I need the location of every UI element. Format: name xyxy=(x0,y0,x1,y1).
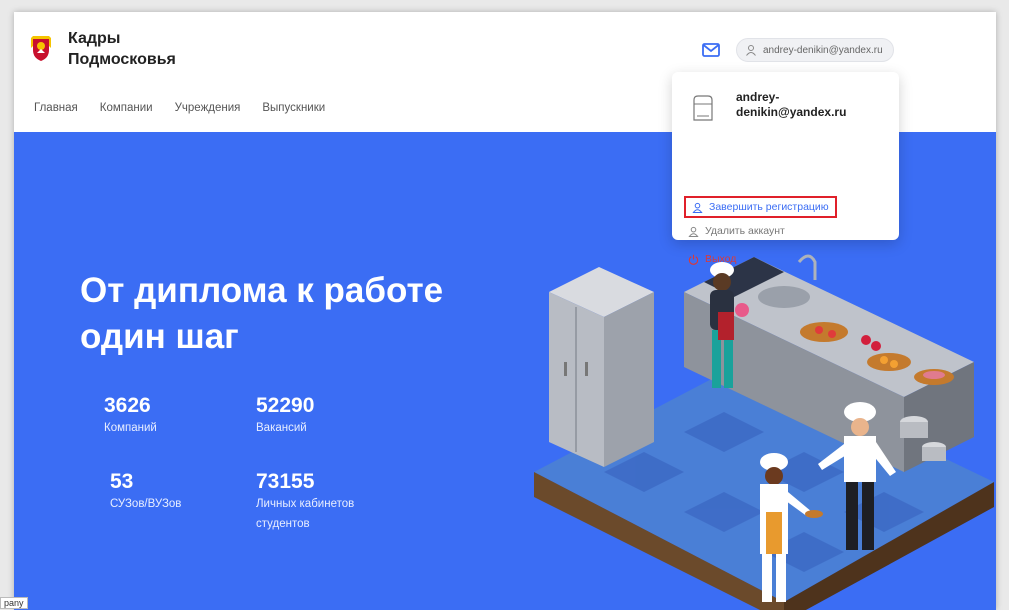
user-icon xyxy=(746,45,756,56)
user-add-icon xyxy=(692,202,703,213)
status-tooltip: pany xyxy=(0,597,28,609)
stat-vacancies: 52290 Вакансий xyxy=(256,394,314,438)
stat-value: 3626 xyxy=(104,394,151,417)
coat-of-arms-logo[interactable] xyxy=(30,32,52,62)
nav-companies[interactable]: Компании xyxy=(100,102,153,114)
power-icon xyxy=(688,254,699,265)
logout-label: Выход xyxy=(705,253,737,265)
delete-account-menu-item[interactable]: Удалить аккаунт xyxy=(688,225,785,237)
stat-value: 53 xyxy=(110,470,134,493)
delete-account-label: Удалить аккаунт xyxy=(705,225,785,237)
document-avatar-icon xyxy=(693,95,713,121)
brand-line-1: Кадры xyxy=(68,30,121,47)
stat-label: Вакансий xyxy=(256,422,307,434)
stat-value: 52290 xyxy=(256,394,315,417)
dropdown-email-line-1: andrey- xyxy=(736,90,780,104)
mail-icon[interactable] xyxy=(702,43,720,57)
stat-label: Компаний xyxy=(104,422,157,434)
hero-title-line-1: От диплома к работе xyxy=(80,271,444,310)
stat-label: Личных кабинетов студентов xyxy=(256,498,355,530)
stat-institutions: 53 СУЗов/ВУЗов xyxy=(110,470,181,514)
main-nav: Главная Компании Учреждения Выпускники xyxy=(34,102,325,114)
dropdown-email-line-2: denikin@yandex.ru xyxy=(736,105,847,119)
hero-title-line-2: один шаг xyxy=(80,317,239,356)
nav-graduates[interactable]: Выпускники xyxy=(262,102,325,114)
stat-companies: 3626 Компаний xyxy=(104,394,157,438)
nav-home[interactable]: Главная xyxy=(34,102,78,114)
user-email: andrey-denikin@yandex.ru xyxy=(763,44,883,56)
stat-value: 73155 xyxy=(256,470,315,493)
dropdown-user-email: andrey- denikin@yandex.ru xyxy=(736,90,886,120)
user-remove-icon xyxy=(688,226,699,237)
page: Кадры Подмосковья Главная Компании Учреж… xyxy=(14,12,996,610)
kitchen-illustration xyxy=(534,254,994,610)
brand-line-2: Подмосковья xyxy=(68,51,176,68)
hero-title: От диплома к работе один шаг xyxy=(80,268,500,360)
logout-menu-item[interactable]: Выход xyxy=(688,253,736,265)
brand-title[interactable]: Кадры Подмосковья xyxy=(68,28,176,70)
nav-institutions[interactable]: Учреждения xyxy=(175,102,241,114)
complete-registration-label: Завершить регистрацию xyxy=(709,201,829,213)
user-dropdown-menu: andrey- denikin@yandex.ru Завершить реги… xyxy=(672,72,899,265)
user-menu-button[interactable]: andrey-denikin@yandex.ru xyxy=(736,38,894,62)
stat-student-accounts: 73155 Личных кабинетов студентов xyxy=(256,470,376,534)
complete-registration-menu-item[interactable]: Завершить регистрацию xyxy=(684,196,837,218)
stat-label: СУЗов/ВУЗов xyxy=(110,498,182,510)
